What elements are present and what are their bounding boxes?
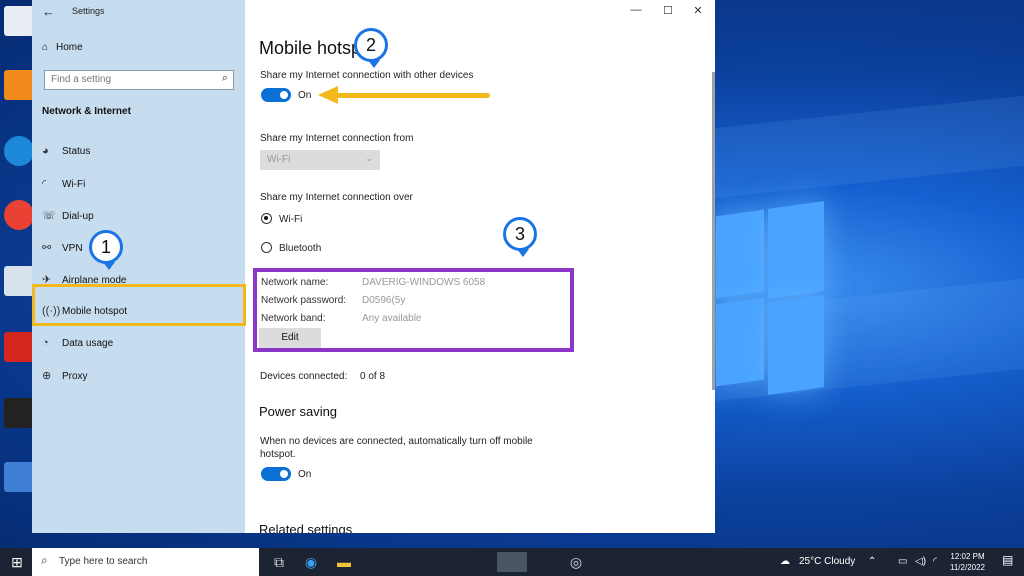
sidebar-item-label: Proxy [62,371,88,382]
date: 11/2/2022 [950,563,985,572]
sidebar-item-vpn[interactable]: ⚯ VPN [42,241,83,254]
share-toggle-state: On [298,90,312,101]
radio-bluetooth-label: Bluetooth [279,243,322,254]
share-from-dropdown[interactable]: Wi-Fi ⌄ [260,150,380,170]
devices-connected-label: Devices connected: [260,371,348,382]
step-2-marker: 2 [354,28,388,68]
sidebar-item-label: Wi-Fi [62,179,86,190]
wifi-tray-icon[interactable]: ◜ [933,556,937,567]
window-title: Settings [72,6,105,16]
network-name-label: Network name: [261,277,329,288]
sidebar-item-label: VPN [62,243,83,254]
search-icon[interactable]: ⌕ [222,72,228,85]
power-saving-desc: When no devices are connected, automatic… [260,436,533,460]
weather-text[interactable]: 25°C Cloudy [799,556,855,567]
sidebar-item-label: Status [62,146,91,157]
back-arrow-icon[interactable]: ← [42,4,55,19]
network-band-label: Network band: [261,313,326,324]
radio-wifi-label: Wi-Fi [279,214,303,225]
edit-button[interactable]: Edit [259,328,321,348]
audacity-icon[interactable] [4,462,34,492]
taskbar-search-placeholder: Type here to search [59,556,148,567]
related-settings-title: Related settings [259,522,353,533]
network-icon[interactable]: ▭ [898,556,907,567]
sidebar-item-data-usage[interactable]: ◔ Data usage [42,337,113,349]
network-band-value: Any available [362,313,422,324]
share-with-label: Share my Internet connection with other … [260,70,474,81]
acrobat-icon[interactable] [4,332,34,362]
radio-bluetooth[interactable] [261,242,272,253]
step-1-marker: 1 [89,230,123,270]
time: 12:02 PM [950,552,985,561]
windows-start-icon[interactable]: ⊞ [6,552,28,572]
share-over-label: Share my Internet connection over [260,192,413,203]
windows-logo [716,201,826,395]
share-toggle[interactable] [261,88,291,102]
search-placeholder: Find a setting [51,74,112,85]
section-title: Network & Internet [42,106,131,117]
arrow-shaft [336,93,490,98]
settings-taskbar-icon[interactable] [497,552,527,572]
hotspot-highlight-box [32,284,246,326]
app-taskbar-icon[interactable]: ◎ [565,552,587,572]
devices-connected-value: 0 of 8 [360,371,386,382]
sidebar-item-label: Dial-up [62,211,94,222]
share-from-label: Share my Internet connection from [260,133,414,144]
notification-icon[interactable]: ▤ [1002,553,1013,567]
taskbar-search-input[interactable]: ⌕ Type here to search [32,548,259,576]
wifi-icon: ◜ [42,178,47,190]
chrome-icon[interactable] [4,200,34,230]
edge-taskbar-icon[interactable]: ◉ [300,552,322,572]
arrow-left-icon [318,86,338,104]
sidebar-home[interactable]: ⌂ Home [42,42,83,53]
cloud-icon: ☁ [780,556,790,567]
edge-icon[interactable] [4,136,34,166]
scrollbar[interactable] [712,72,715,390]
settings-window: ⌂ Home Find a setting ⌕ Network & Interne… [32,0,715,533]
status-icon: ◕ [42,145,49,157]
sidebar-item-label: Data usage [62,338,114,349]
power-saving-title: Power saving [259,404,338,419]
power-saving-toggle[interactable] [261,467,291,481]
power-toggle-state: On [298,469,312,480]
home-icon: ⌂ [42,42,49,53]
sidebar-item-status[interactable]: ◕ Status [42,145,90,157]
network-name-value: DAVERIG-WINDOWS 6058 [362,277,486,288]
recycle-bin-icon[interactable] [4,6,34,36]
sidebar-item-wifi[interactable]: ◜ Wi-Fi [42,177,85,190]
data-usage-icon: ◔ [42,337,49,349]
share-from-value: Wi-Fi [267,154,291,165]
volume-icon[interactable]: ◁) [915,556,926,567]
chevron-up-icon[interactable]: ⌃ [868,556,876,567]
dialup-icon: ☏ [42,210,56,222]
vlc-icon[interactable] [4,70,34,100]
proxy-icon: ⊕ [42,370,52,382]
chevron-down-icon: ⌄ [365,153,373,163]
task-view-icon[interactable]: ⧉ [268,552,290,572]
sidebar-item-dialup[interactable]: ☏ Dial-up [42,209,94,222]
sidebar: ⌂ Home Find a setting ⌕ Network & Interne… [32,0,246,533]
home-label: Home [56,42,83,53]
main-content: Mobile hotspot Share my Internet connect… [253,0,715,533]
step-3-marker: 3 [503,217,537,257]
focusrite-icon[interactable] [4,398,34,428]
search-icon: ⌕ [41,553,48,567]
find-setting-input[interactable]: Find a setting ⌕ [44,70,234,90]
network-password-label: Network password: [261,295,347,306]
clock[interactable]: 12:02 PM 11/2/2022 [950,551,985,573]
vpn-icon: ⚯ [42,242,52,254]
sidebar-item-proxy[interactable]: ⊕ Proxy [42,369,88,382]
taskbar: ⊞ ⌕ Type here to search ⧉ ◉ ▬ ◎ ☁ 25°C C… [0,548,1024,576]
radio-wifi[interactable] [261,213,272,224]
network-password-value: D0596(5y [362,295,406,306]
file-explorer-icon[interactable]: ▬ [333,552,355,572]
dymo-icon[interactable] [4,266,34,296]
